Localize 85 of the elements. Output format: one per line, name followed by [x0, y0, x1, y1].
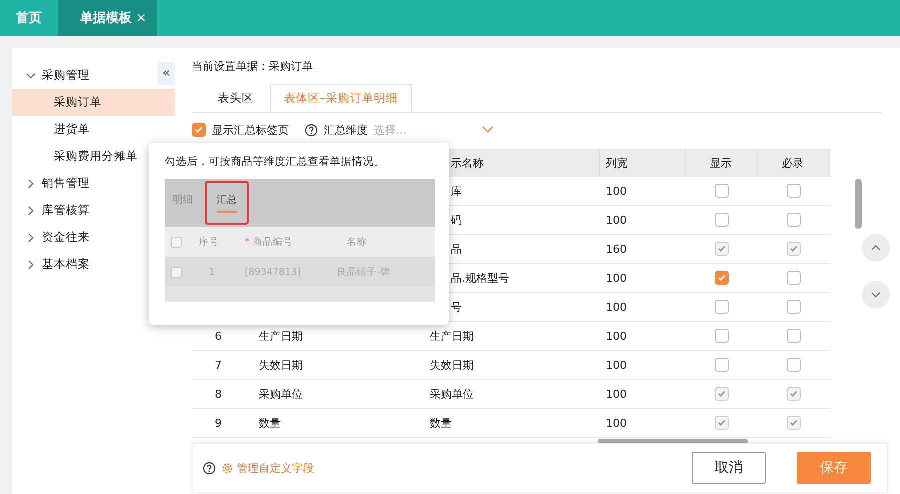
table-cell: 号 [451, 300, 462, 314]
sidebar-item[interactable]: 库管核算 [12, 197, 157, 224]
column-header: 列宽 [600, 149, 686, 177]
help-icon[interactable] [305, 124, 318, 136]
checkbox[interactable] [786, 213, 800, 227]
checkbox[interactable] [786, 184, 800, 198]
scroll-down-button[interactable] [862, 281, 890, 309]
table-cell: 100 [606, 300, 627, 314]
table-cell: 采购单位 [430, 386, 474, 402]
check-icon [788, 389, 798, 399]
chevron-right-icon [26, 260, 36, 270]
sidebar-item[interactable]: 采购订单 [12, 89, 175, 116]
table-cell: 160 [606, 242, 627, 256]
checkbox[interactable] [714, 358, 728, 372]
table-cell: 采购单位 [259, 386, 303, 402]
checkbox-label: 显示汇总标签页 [212, 122, 289, 138]
chevron-right-icon [26, 206, 36, 216]
preview-column-header: 序号 [199, 236, 219, 248]
chevron-down-icon [871, 290, 881, 300]
checkbox[interactable] [192, 123, 206, 137]
chevron-right-icon [26, 178, 36, 188]
checkbox[interactable] [714, 184, 728, 198]
table-cell: 数量 [430, 416, 452, 430]
checkbox[interactable] [714, 300, 728, 314]
table-cell: 100 [606, 388, 627, 400]
check-icon [194, 125, 204, 135]
cancel-button[interactable]: 取消 [692, 452, 766, 484]
check-icon [716, 273, 726, 283]
scroll-up-button[interactable] [862, 234, 890, 262]
checkbox[interactable] [786, 329, 800, 343]
check-icon [716, 244, 726, 254]
table-cell: 100 [606, 214, 627, 226]
chevron-up-icon [871, 243, 881, 253]
table-cell: 8 [215, 388, 222, 400]
table-cell: 6 [215, 330, 222, 342]
gear-icon [222, 462, 233, 474]
field-label: 汇总维度 [324, 122, 368, 138]
sidebar-item[interactable]: 基本档案 [12, 251, 157, 278]
check-icon [788, 418, 798, 428]
tab[interactable]: 表头区 [192, 84, 270, 112]
chevron-right-icon [26, 232, 36, 242]
table-cell: 生产日期 [430, 328, 474, 344]
table-cell: 100 [606, 272, 627, 284]
check-icon [716, 418, 726, 428]
table-cell: 失效日期 [259, 358, 303, 372]
table-cell: 品 [451, 242, 462, 256]
top-tab[interactable]: 单据模板 × [58, 0, 157, 36]
sidebar-item[interactable]: 采购管理 [12, 62, 157, 89]
sidebar-item[interactable]: 进货单 [12, 116, 175, 143]
table-cell: 数量 [259, 416, 281, 430]
table-cell: 品.规格型号 [451, 270, 510, 286]
checkbox[interactable] [714, 329, 728, 343]
collapse-button[interactable]: « [158, 62, 175, 85]
preview-column-header: 名称 [347, 236, 367, 248]
table-cell: 100 [606, 330, 627, 342]
checkbox[interactable] [714, 271, 728, 285]
help-icon[interactable] [203, 462, 216, 474]
preview-column-header: * 商品编号 [245, 236, 293, 248]
tooltip-text: 勾选后，可按商品等维度汇总查看单据情况。 [165, 155, 386, 170]
caret-icon [482, 126, 494, 134]
table-cell: 100 [606, 416, 627, 430]
preview-tab-label: 明细 [173, 194, 193, 208]
checkbox[interactable] [714, 213, 728, 227]
table-cell: 9 [215, 416, 222, 430]
table-cell: 库 [451, 184, 462, 198]
close-icon[interactable]: × [136, 10, 147, 26]
checkbox[interactable] [786, 300, 800, 314]
table-cell: 码 [451, 212, 462, 228]
table-cell: 100 [606, 184, 627, 198]
sidebar-item[interactable]: 资金往来 [12, 224, 157, 251]
chevron-down-icon [26, 70, 36, 80]
current-document-label: 当前设置单据：采购订单 [192, 59, 314, 73]
table-cell: 失效日期 [430, 358, 474, 372]
column-header: 显示 [686, 149, 757, 177]
table-cell: 7 [215, 358, 222, 372]
check-icon [788, 244, 798, 254]
table-cell: 100 [606, 358, 627, 372]
check-icon [716, 389, 726, 399]
checkbox[interactable] [786, 271, 800, 285]
checkbox[interactable] [786, 358, 800, 372]
column-header: 必录 [757, 149, 830, 177]
sidebar-item[interactable]: 销售管理 [12, 170, 157, 197]
scrollbar[interactable] [855, 179, 862, 229]
preview-tab-label: 汇总 [217, 193, 237, 213]
table-cell: 生产日期 [259, 328, 303, 344]
